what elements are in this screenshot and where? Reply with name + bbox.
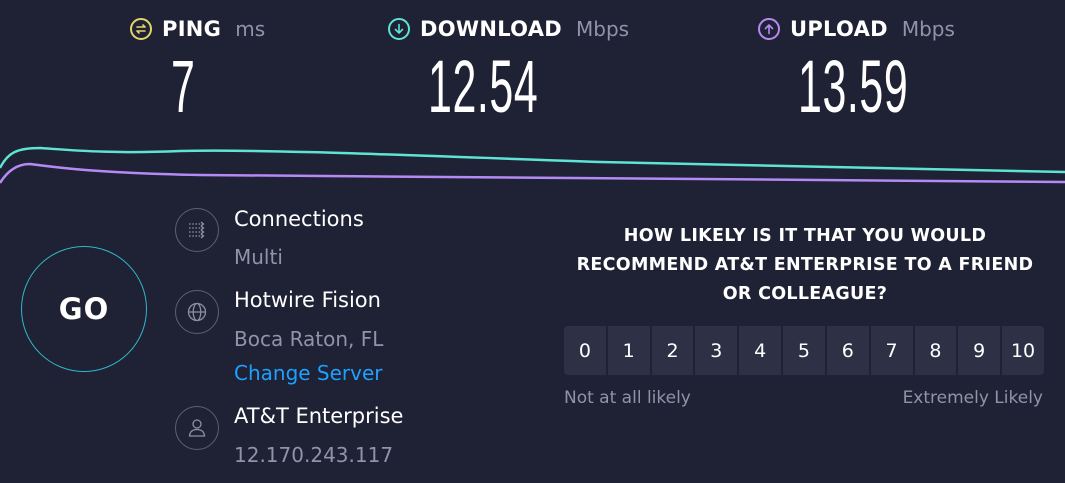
- survey-option-6[interactable]: 6: [826, 326, 869, 375]
- survey-option-7[interactable]: 7: [870, 326, 913, 375]
- provider-ip: 12.170.243.117: [234, 443, 394, 467]
- download-metric: DOWNLOAD Mbps 12.54: [388, 12, 630, 124]
- go-button[interactable]: GO: [21, 246, 147, 372]
- survey-option-8[interactable]: 8: [914, 326, 957, 375]
- download-unit: Mbps: [576, 17, 630, 41]
- survey-option-10[interactable]: 10: [1002, 326, 1044, 375]
- upload-unit: Mbps: [901, 17, 955, 41]
- survey-question: HOW LIKELY IS IT THAT YOU WOULD RECOMMEN…: [576, 226, 1034, 304]
- download-value: 12.54: [428, 45, 539, 128]
- survey-option-5[interactable]: 5: [783, 326, 825, 375]
- ping-icon: [130, 18, 152, 40]
- upload-line: [0, 162, 1065, 184]
- ping-metric: PING ms 7: [130, 12, 266, 124]
- survey-option-9[interactable]: 9: [958, 326, 1001, 375]
- download-arrow-icon: [388, 18, 410, 40]
- survey-scale: 0 1 2 3 4 5 6 7 8 9 10: [564, 326, 1044, 375]
- scale-low-label: Not at all likely: [564, 388, 691, 408]
- survey-option-3[interactable]: 3: [695, 326, 738, 375]
- upload-value: 13.59: [798, 45, 909, 128]
- connections-icon: [175, 208, 219, 252]
- go-label: GO: [58, 292, 110, 326]
- change-server-link[interactable]: Change Server: [234, 361, 383, 385]
- server-name: Hotwire Fision: [234, 288, 381, 312]
- user-icon: [175, 406, 219, 450]
- survey-option-0[interactable]: 0: [564, 326, 606, 375]
- upload-label: UPLOAD: [790, 17, 888, 41]
- upload-arrow-icon: [758, 18, 780, 40]
- download-label: DOWNLOAD: [420, 17, 563, 41]
- scale-high-label: Extremely Likely: [902, 388, 1043, 408]
- provider-name: AT&T Enterprise: [234, 404, 404, 428]
- connections-value[interactable]: Multi: [234, 245, 283, 269]
- upload-metric: UPLOAD Mbps 13.59: [758, 12, 955, 124]
- server-location: Boca Raton, FL: [234, 327, 384, 351]
- ping-unit: ms: [235, 17, 266, 41]
- survey-option-1[interactable]: 1: [607, 326, 650, 375]
- survey-option-2[interactable]: 2: [651, 326, 694, 375]
- speedtest-page: PING ms 7 DOWNLOAD Mbps 12.54 UPLOAD Mbp…: [0, 0, 1065, 483]
- download-line: [0, 146, 1065, 174]
- ping-label: PING: [162, 17, 222, 41]
- connections-title: Connections: [234, 207, 364, 231]
- survey-option-4[interactable]: 4: [739, 326, 782, 375]
- ping-value: 7: [171, 45, 196, 128]
- globe-icon: [175, 290, 219, 334]
- speed-graph: [0, 146, 1065, 184]
